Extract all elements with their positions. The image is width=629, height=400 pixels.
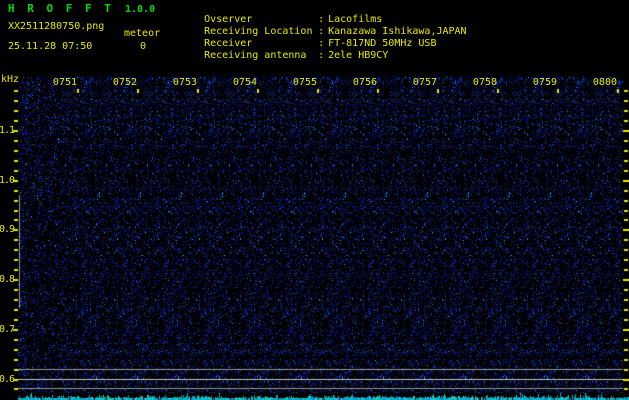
- info-row-location: Receiving Location: Kanazawa Ishikawa,JAP…: [180, 17, 466, 37]
- freq-label: 0.9: [0, 224, 15, 235]
- app-version: 1.0.0: [125, 4, 156, 15]
- freq-label: 0.7: [0, 324, 15, 335]
- info-row-observer: Ovserver: Lacofilms: [180, 5, 382, 25]
- info-colon: :: [318, 50, 325, 61]
- time-label: 0759: [532, 77, 557, 88]
- info-row-receiver: Receiver: FT-817ND 50MHz USB: [180, 29, 436, 49]
- freq-unit-label: kHz: [1, 74, 20, 85]
- time-label: 0757: [412, 77, 437, 88]
- info-row-antenna: Receiving antenna:2ele HB9CY: [180, 41, 388, 61]
- time-label: 0752: [112, 77, 137, 88]
- meteor-count: 0: [140, 41, 147, 52]
- info-label: Receiving antenna: [204, 50, 307, 61]
- time-label: 0753: [172, 77, 197, 88]
- time-label: 0754: [232, 77, 257, 88]
- time-label: 0800: [592, 77, 617, 88]
- time-label: 0758: [472, 77, 497, 88]
- freq-label: 1.0: [0, 175, 15, 186]
- freq-label: 0.8: [0, 274, 15, 285]
- time-label: 0756: [352, 77, 377, 88]
- info-value: 2ele HB9CY: [328, 50, 389, 61]
- observation-datetime: 25.11.28 07:50: [8, 41, 93, 52]
- freq-label: 0.6: [0, 374, 15, 385]
- mode-label: meteor: [124, 28, 161, 39]
- app-title: H R O F F T: [8, 2, 114, 15]
- time-label: 0755: [292, 77, 317, 88]
- freq-label: 1.1: [0, 125, 15, 136]
- time-label: 0751: [52, 77, 77, 88]
- hrofft-window: H R O F F T 1.0.0 XX2511280750.png meteo…: [0, 0, 629, 400]
- output-filename: XX2511280750.png: [8, 21, 105, 32]
